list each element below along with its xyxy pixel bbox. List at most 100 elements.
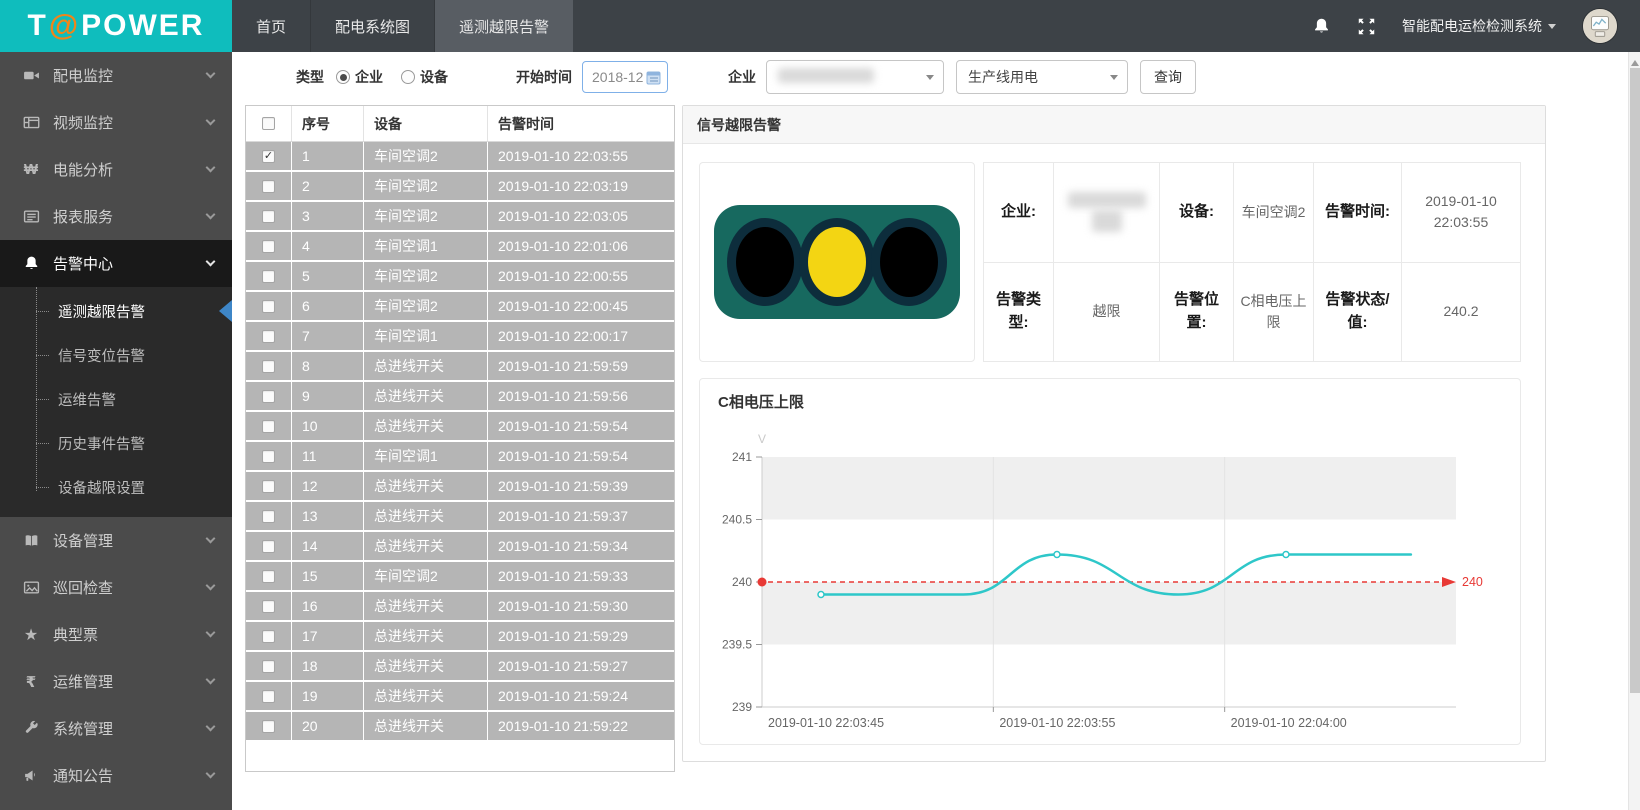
avatar[interactable] <box>1582 8 1618 44</box>
sidebar-subitem[interactable]: 设备越限设置 <box>0 465 232 509</box>
table-row[interactable]: 7车间空调12019-01-10 22:00:17 <box>246 322 674 350</box>
table-row[interactable]: 9总进线开关2019-01-10 21:59:56 <box>246 382 674 410</box>
start-time-input[interactable]: 2018-12 <box>582 61 668 93</box>
table-row[interactable]: 20总进线开关2019-01-10 21:59:22 <box>246 712 674 740</box>
table-row[interactable]: 15车间空调22019-01-10 21:59:33 <box>246 562 674 590</box>
row-checkbox[interactable] <box>262 270 275 283</box>
row-checkbox[interactable] <box>262 420 275 433</box>
chevron-down-icon <box>206 116 216 126</box>
radio-icon <box>401 70 415 84</box>
sidebar-item[interactable]: ₩电能分析 <box>0 146 232 193</box>
sidebar-subitem[interactable]: 历史事件告警 <box>0 421 232 465</box>
cell-time: 2019-01-10 21:59:54 <box>488 442 674 470</box>
sidebar-item[interactable]: 通知公告 <box>0 752 232 799</box>
table-row[interactable]: 4车间空调12019-01-10 22:01:06 <box>246 232 674 260</box>
sidebar-item[interactable]: ★ 典型票 <box>0 611 232 658</box>
scrollbar-up-arrow[interactable] <box>1631 56 1639 66</box>
row-checkbox[interactable] <box>262 510 275 523</box>
split-area-band <box>762 457 1456 520</box>
table-row[interactable]: 2车间空调22019-01-10 22:03:19 <box>246 172 674 200</box>
bell-icon <box>22 255 40 273</box>
sidebar: 配电监控视频监控 ₩电能分析报表服务告警中心遥测越限告警信号变位告警运维告警历史事… <box>0 52 232 810</box>
sidebar-item[interactable]: 配电监控 <box>0 52 232 99</box>
table-row[interactable]: 5车间空调22019-01-10 22:00:55 <box>246 262 674 290</box>
line-type-select[interactable]: 生产线用电 <box>956 60 1128 94</box>
sidebar-item-label: 视频监控 <box>53 112 113 133</box>
table-row[interactable]: 17总进线开关2019-01-10 21:59:29 <box>246 622 674 650</box>
megaphone-icon <box>22 767 40 785</box>
sidebar-item-label: 典型票 <box>53 624 98 645</box>
row-checkbox[interactable] <box>262 450 275 463</box>
scrollbar-thumb[interactable] <box>1630 68 1640 693</box>
cell-no: 14 <box>292 532 364 560</box>
bell-icon[interactable] <box>1312 17 1331 36</box>
traffic-lamp-middle-on <box>799 218 875 306</box>
chevron-down-icon <box>1110 75 1118 84</box>
sidebar-item[interactable]: 告警中心 <box>0 240 232 287</box>
y-tick-label: 240.5 <box>722 513 752 527</box>
sidebar-item[interactable]: 设备管理 <box>0 517 232 564</box>
cell-no: 9 <box>292 382 364 410</box>
sidebar-subitem-label: 历史事件告警 <box>58 433 145 454</box>
sidebar-item[interactable]: 视频监控 <box>0 99 232 146</box>
traffic-light-body <box>714 205 960 319</box>
table-row[interactable]: 13总进线开关2019-01-10 21:59:37 <box>246 502 674 530</box>
sidebar-item[interactable]: ₹运维管理 <box>0 658 232 705</box>
row-checkbox[interactable] <box>262 540 275 553</box>
brand-logo[interactable]: T@POWER <box>0 0 232 52</box>
row-checkbox[interactable] <box>262 240 275 253</box>
sidebar-item[interactable]: 巡回检查 <box>0 564 232 611</box>
cell-time: 2019-01-10 22:03:05 <box>488 202 674 230</box>
table-row[interactable]: 18总进线开关2019-01-10 21:59:27 <box>246 652 674 680</box>
row-checkbox[interactable] <box>262 180 275 193</box>
row-checkbox[interactable] <box>262 390 275 403</box>
row-checkbox[interactable] <box>262 360 275 373</box>
radio-enterprise[interactable]: 企业 <box>336 67 383 87</box>
table-row[interactable]: 6车间空调22019-01-10 22:00:45 <box>246 292 674 320</box>
sidebar-item[interactable]: 报表服务 <box>0 193 232 240</box>
cell-time: 2019-01-10 21:59:56 <box>488 382 674 410</box>
cell-device: 总进线开关 <box>364 532 488 560</box>
row-checkbox[interactable] <box>262 330 275 343</box>
system-title-menu[interactable]: 智能配电运检检测系统 <box>1402 16 1556 36</box>
sidebar-subitem[interactable]: 信号变位告警 <box>0 333 232 377</box>
table-row[interactable]: 11车间空调12019-01-10 21:59:54 <box>246 442 674 470</box>
table-row[interactable]: 3车间空调22019-01-10 22:03:05 <box>246 202 674 230</box>
search-button[interactable]: 查询 <box>1140 60 1196 94</box>
chevron-down-icon <box>206 581 216 591</box>
row-checkbox[interactable] <box>262 600 275 613</box>
table-row[interactable]: ✓1车间空调22019-01-10 22:03:55 <box>246 142 674 170</box>
table-row[interactable]: 10总进线开关2019-01-10 21:59:54 <box>246 412 674 440</box>
chart-title: C相电压上限 <box>718 391 1520 412</box>
nav-tab[interactable]: 配电系统图 <box>310 0 434 52</box>
threshold-label: 240 <box>1462 575 1483 589</box>
sidebar-subitem[interactable]: 遥测越限告警 <box>0 289 232 333</box>
row-checkbox[interactable] <box>262 630 275 643</box>
table-body: ✓1车间空调22019-01-10 22:03:552车间空调22019-01-… <box>246 142 674 740</box>
table-row[interactable]: 19总进线开关2019-01-10 21:59:24 <box>246 682 674 710</box>
table-row[interactable]: 14总进线开关2019-01-10 21:59:34 <box>246 532 674 560</box>
sidebar-subitem[interactable]: 运维告警 <box>0 377 232 421</box>
table-row[interactable]: 12总进线开关2019-01-10 21:59:39 <box>246 472 674 500</box>
table-row[interactable]: 16总进线开关2019-01-10 21:59:30 <box>246 592 674 620</box>
row-checkbox[interactable]: ✓ <box>262 150 275 163</box>
row-checkbox[interactable] <box>262 300 275 313</box>
row-checkbox[interactable] <box>262 570 275 583</box>
row-checkbox[interactable] <box>262 210 275 223</box>
row-checkbox[interactable] <box>262 720 275 733</box>
nav-tab[interactable]: 首页 <box>232 0 310 52</box>
filter-bar: 类型 企业 设备 开始时间 2018-12 企业 生产线用电 <box>232 52 1628 102</box>
row-checkbox[interactable] <box>262 660 275 673</box>
row-checkbox[interactable] <box>262 690 275 703</box>
row-checkbox[interactable] <box>262 480 275 493</box>
radio-device[interactable]: 设备 <box>401 67 448 87</box>
enterprise-select[interactable] <box>766 60 944 94</box>
nav-tab[interactable]: 遥测越限告警 <box>434 0 573 52</box>
cell-no: 5 <box>292 262 364 290</box>
fullscreen-icon[interactable] <box>1357 17 1376 36</box>
star-icon: ★ <box>22 626 40 644</box>
sidebar-item-label: 报表服务 <box>53 206 113 227</box>
table-row[interactable]: 8总进线开关2019-01-10 21:59:59 <box>246 352 674 380</box>
sidebar-item[interactable]: 系统管理 <box>0 705 232 752</box>
select-all-checkbox[interactable] <box>262 117 275 130</box>
